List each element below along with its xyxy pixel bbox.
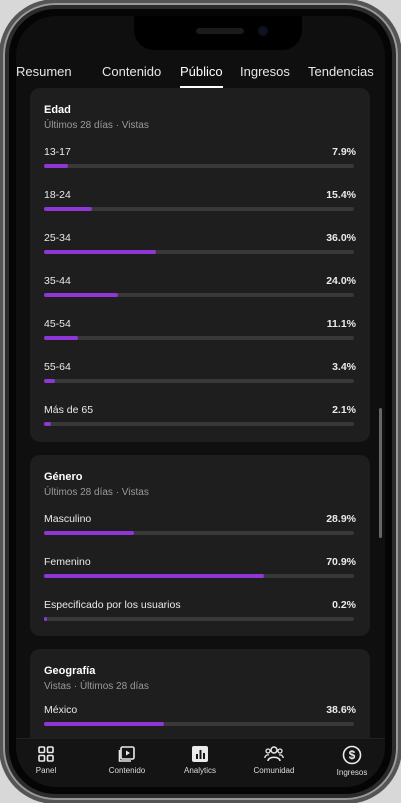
tab-resumen[interactable]: Resumen	[16, 64, 72, 79]
geography-card-subtitle: Vistas · Últimos 28 días	[44, 681, 149, 692]
age-row-13-17: 13-17 7.9%	[44, 146, 356, 180]
progress-track	[44, 617, 354, 621]
progress-fill	[44, 379, 55, 383]
nav-panel[interactable]: Panel	[16, 745, 76, 785]
nav-comunidad[interactable]: Comunidad	[237, 745, 311, 785]
gender-card-title: Género	[44, 471, 83, 483]
age-row-label: 35-44	[44, 275, 71, 287]
progress-fill	[44, 722, 164, 726]
nav-label: Contenido	[108, 766, 146, 775]
svg-text:$: $	[349, 748, 356, 762]
geography-row-value: 38.6%	[326, 704, 356, 716]
age-row-label: 18-24	[44, 189, 71, 201]
phone-notch	[134, 16, 302, 50]
tab-publico[interactable]: Público	[180, 64, 223, 88]
age-row-value: 15.4%	[326, 189, 356, 201]
progress-track	[44, 293, 354, 297]
age-row-45-54: 45-54 11.1%	[44, 318, 356, 352]
progress-fill	[44, 531, 134, 535]
age-row-65-plus: Más de 65 2.1%	[44, 404, 356, 438]
gender-card: Género Últimos 28 días · Vistas Masculin…	[30, 455, 370, 636]
age-row-18-24: 18-24 15.4%	[44, 189, 356, 223]
bottom-nav: Panel Contenido Analytics Comunidad $ In…	[16, 738, 385, 787]
geography-row-mexico: México 38.6%	[44, 704, 356, 738]
gender-row-masculino: Masculino 28.9%	[44, 513, 356, 547]
app-screen: Resumen Contenido Público Ingresos Tende…	[16, 16, 385, 787]
progress-fill	[44, 250, 156, 254]
gender-row-user-specified: Especificado por los usuarios 0.2%	[44, 599, 356, 633]
progress-fill	[44, 293, 118, 297]
nav-label: Comunidad	[253, 766, 295, 775]
geography-row-label: México	[44, 704, 78, 716]
progress-track	[44, 531, 354, 535]
age-row-label: 55-64	[44, 361, 71, 373]
section-tabs: Resumen Contenido Público Ingresos Tende…	[16, 52, 385, 88]
age-row-value: 7.9%	[332, 146, 356, 158]
progress-track	[44, 379, 354, 383]
age-row-25-34: 25-34 36.0%	[44, 232, 356, 266]
progress-track	[44, 422, 354, 426]
tab-contenido[interactable]: Contenido	[102, 64, 161, 79]
progress-track	[44, 207, 354, 211]
age-row-value: 11.1%	[326, 318, 356, 330]
progress-fill	[44, 336, 78, 340]
nav-contenido[interactable]: Contenido	[90, 745, 164, 785]
age-row-value: 36.0%	[326, 232, 356, 244]
community-icon	[264, 746, 284, 762]
age-card: Edad Últimos 28 días · Vistas 13-17 7.9%…	[30, 88, 370, 442]
scrollbar[interactable]	[379, 408, 382, 538]
gender-row-label: Femenino	[44, 556, 91, 568]
age-row-label: 13-17	[44, 146, 71, 158]
age-row-label: Más de 65	[44, 404, 94, 416]
gender-card-subtitle: Últimos 28 días · Vistas	[44, 487, 149, 498]
gender-row-value: 0.2%	[332, 599, 356, 611]
age-row-55-64: 55-64 3.4%	[44, 361, 356, 395]
nav-label: Analytics	[183, 766, 216, 775]
geography-card-title: Geografía	[44, 665, 96, 677]
progress-fill	[44, 422, 51, 426]
progress-track	[44, 250, 354, 254]
gender-row-label: Masculino	[44, 513, 92, 525]
speaker-grille	[196, 28, 244, 34]
progress-fill	[44, 164, 68, 168]
age-row-value: 3.4%	[332, 361, 356, 373]
front-camera	[258, 26, 268, 36]
age-card-subtitle: Últimos 28 días · Vistas	[44, 120, 149, 131]
analytics-icon	[192, 746, 208, 762]
progress-track	[44, 574, 354, 578]
tab-publico-label: Público	[180, 64, 223, 79]
gender-row-value: 70.9%	[326, 556, 356, 568]
gender-row-femenino: Femenino 70.9%	[44, 556, 356, 590]
age-row-value: 2.1%	[332, 404, 356, 416]
geography-card: Geografía Vistas · Últimos 28 días Méxic…	[30, 649, 370, 738]
gender-row-value: 28.9%	[326, 513, 356, 525]
nav-analytics[interactable]: Analytics	[163, 745, 237, 785]
age-row-label: 45-54	[44, 318, 71, 330]
age-row-35-44: 35-44 24.0%	[44, 275, 356, 309]
progress-track	[44, 336, 354, 340]
gender-row-label: Especificado por los usuarios	[44, 599, 181, 611]
progress-track	[44, 722, 354, 726]
video-icon	[118, 746, 135, 762]
dashboard-icon	[38, 746, 54, 762]
nav-label: Panel	[35, 766, 57, 775]
age-row-label: 25-34	[44, 232, 71, 244]
progress-track	[44, 164, 354, 168]
age-card-title: Edad	[44, 104, 71, 116]
audience-content[interactable]: Edad Últimos 28 días · Vistas 13-17 7.9%…	[16, 88, 385, 738]
nav-label: Ingresos	[336, 768, 368, 777]
tab-ingresos[interactable]: Ingresos	[240, 64, 290, 79]
progress-fill	[44, 574, 264, 578]
progress-fill	[44, 207, 92, 211]
progress-fill	[44, 617, 47, 621]
age-row-value: 24.0%	[326, 275, 356, 287]
nav-ingresos[interactable]: $ Ingresos	[321, 745, 383, 785]
dollar-icon: $	[342, 745, 362, 765]
tab-tendencias[interactable]: Tendencias	[308, 64, 374, 79]
